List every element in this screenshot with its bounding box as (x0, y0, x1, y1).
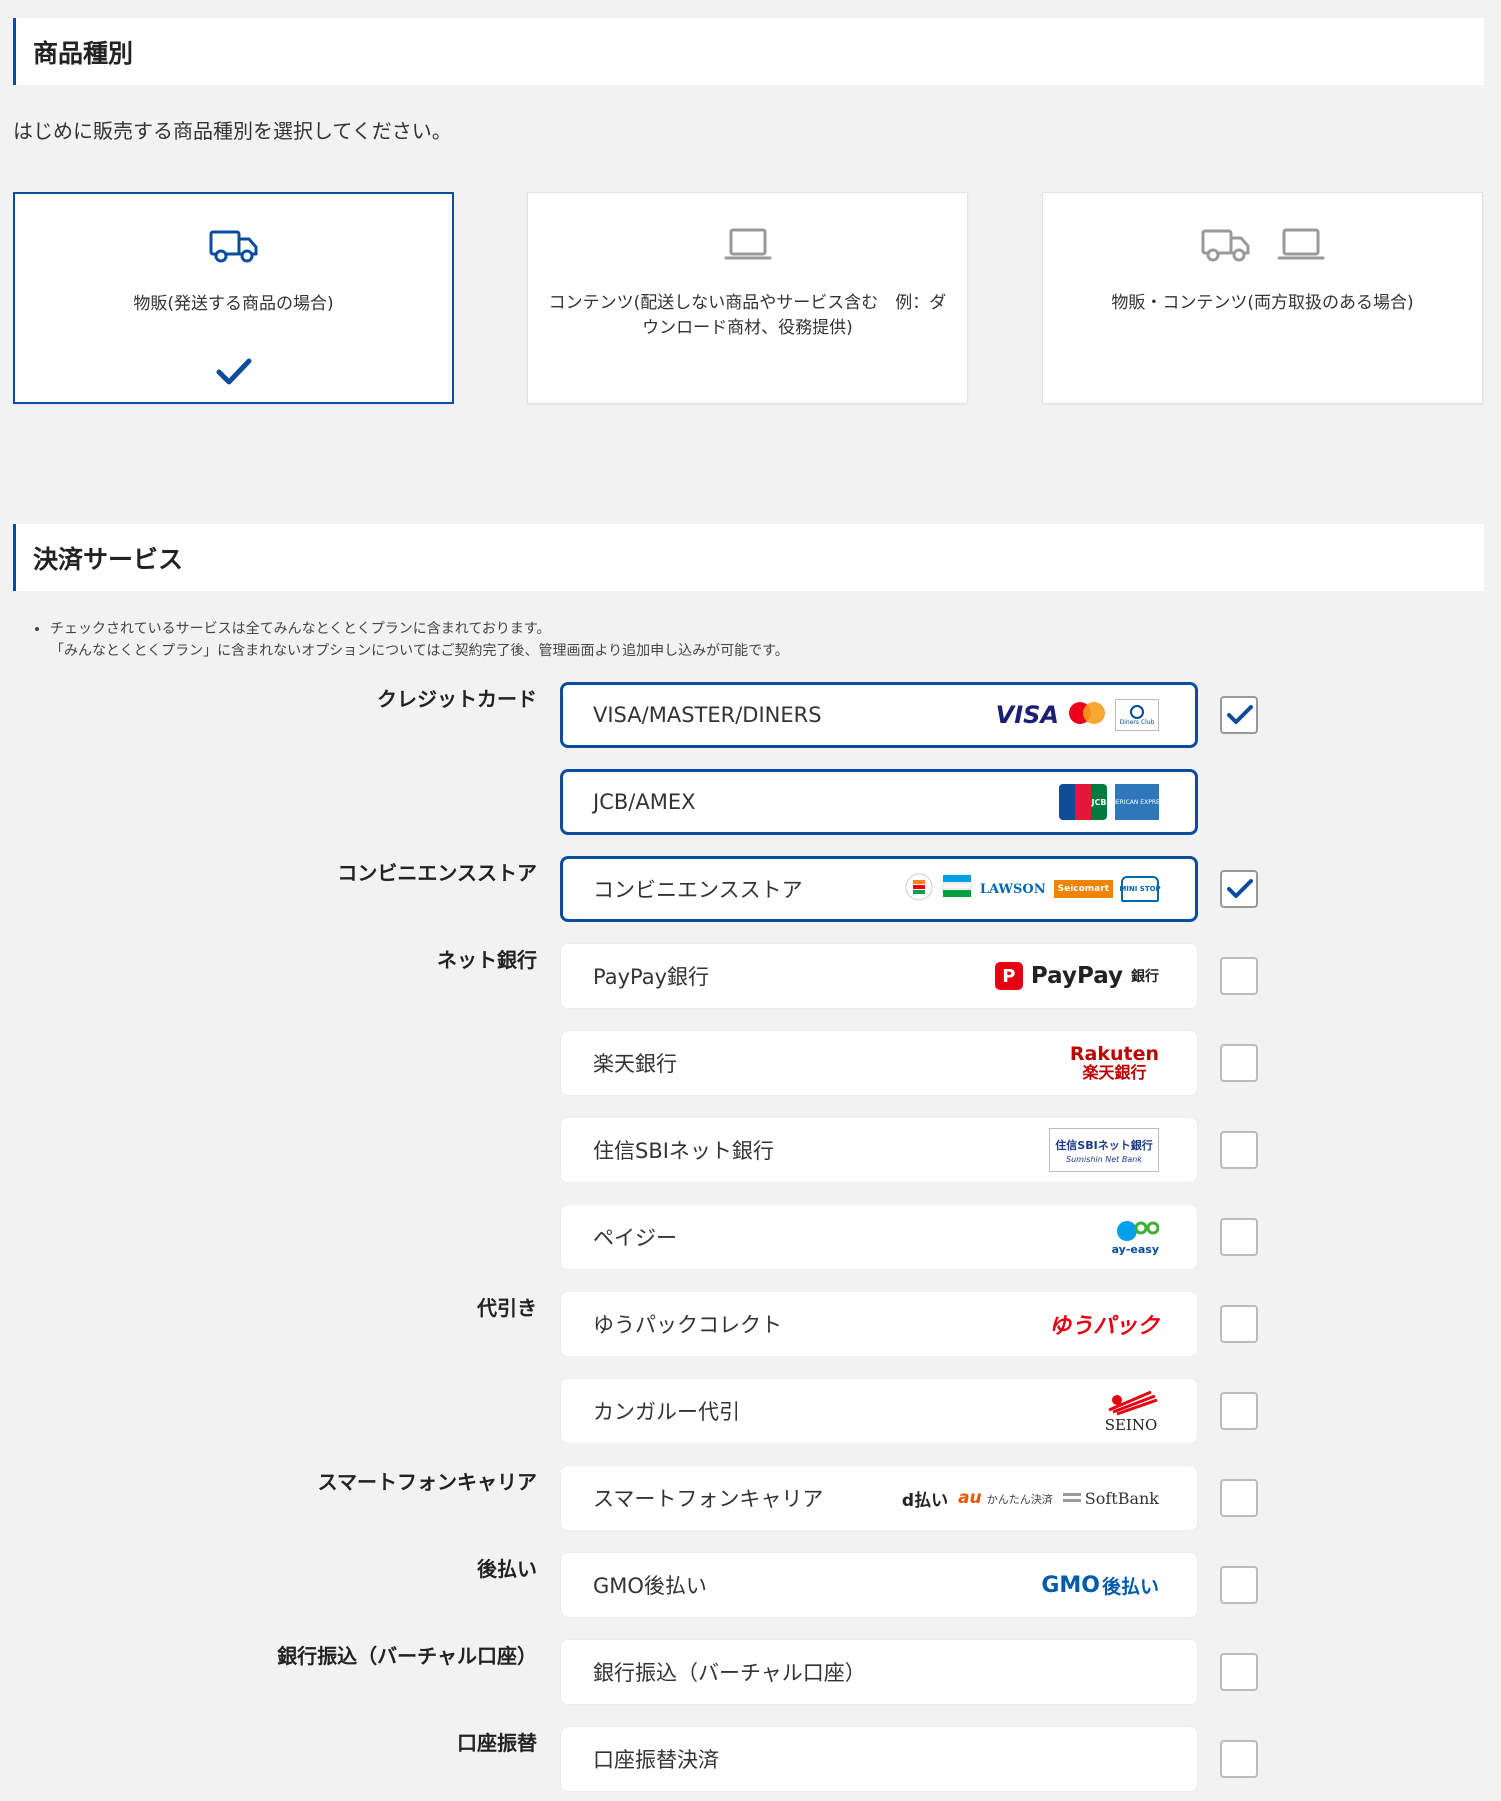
payment-row-visa-master-diners: VISA/MASTER/DINERS VISA Diners Club (560, 682, 1198, 748)
d-barai-logo: d払い (901, 1490, 949, 1511)
product-type-heading: 商品種別 (13, 18, 1484, 85)
jcb-logo: JCB (1059, 784, 1107, 820)
payment-row-payeasy: ペイジー ay-easy (560, 1204, 1198, 1270)
mastercard-icon (1067, 700, 1107, 730)
payment-name: コンビニエンスストア (593, 878, 803, 902)
ministop-logo: MINI STOP (1119, 876, 1161, 902)
payment-name: PayPay銀行 (593, 965, 710, 989)
payment-row-convenience-store: コンビニエンスストア LAWSON Seicomart MINI STOP (560, 856, 1198, 922)
paypay-icon: P (994, 962, 1023, 990)
product-type-card-both[interactable]: 物販・コンテンツ(両方取扱のある場合) (1042, 192, 1483, 404)
amex-logo: AMERICAN EXPRESS (1107, 784, 1167, 820)
payment-row-sbi-net-bank: 住信SBIネット銀行 住信SBIネット銀行 Sumishin Net Bank (560, 1117, 1198, 1183)
payment-name: 住信SBIネット銀行 (593, 1139, 774, 1163)
sbi-bank-logo: 住信SBIネット銀行 Sumishin Net Bank (1049, 1128, 1159, 1172)
checkbox-smartphone-carrier[interactable] (1220, 1479, 1258, 1517)
cvs-logos: LAWSON Seicomart MINI STOP (904, 872, 1161, 906)
yupack-logo: ゆうパック (1048, 1314, 1159, 1339)
category-credit-card: クレジットカード (377, 687, 537, 711)
card-logos: JCB AMERICAN EXPRESS (1059, 784, 1167, 820)
au-logo: au かんたん決済 (958, 1488, 1053, 1508)
laptop-icon (1277, 227, 1325, 267)
payment-row-bank-transfer: 銀行振込（バーチャル口座） (560, 1639, 1198, 1705)
category-cash-on-delivery: 代引き (477, 1296, 537, 1320)
category-postpay: 後払い (477, 1557, 537, 1581)
product-type-label: コンテンツ(配送しない商品やサービス含む 例：ダウンロード商材、役務提供) (548, 293, 947, 338)
payment-service-heading: 決済サービス (13, 524, 1484, 591)
truck-icon (1201, 227, 1251, 267)
payment-name: ゆうパックコレクト (593, 1313, 782, 1337)
checkbox-account-transfer[interactable] (1220, 1740, 1258, 1778)
payment-row-smartphone-carrier: スマートフォンキャリア d払い au かんたん決済 SoftBank (560, 1465, 1198, 1531)
checkbox-visa-master-diners[interactable] (1220, 696, 1258, 734)
checkbox-convenience-store[interactable] (1220, 870, 1258, 908)
payment-row-gmo-postpay: GMO後払い GMO 後払い (560, 1552, 1198, 1618)
category-smartphone-carrier: スマートフォンキャリア (317, 1470, 537, 1494)
check-icon (215, 357, 253, 391)
payment-row-paypay-bank: PayPay銀行 P PayPay 銀行 (560, 943, 1198, 1009)
category-bank-transfer: 銀行振込（バーチャル口座） (277, 1644, 537, 1668)
checkbox-sbi-net-bank[interactable] (1220, 1131, 1258, 1169)
payment-name: ペイジー (593, 1226, 677, 1250)
payment-row-kangaroo-cod: カンガルー代引 SEINO (560, 1378, 1198, 1444)
note-line: チェックされているサービスは全てみんなとくとくプランに含まれております。 (50, 621, 551, 637)
payment-name: GMO後払い (593, 1574, 707, 1598)
familymart-icon (942, 873, 972, 905)
note-line: 「みんなとくとくプラン」に含まれないオプションについてはご契約完了後、管理画面よ… (50, 643, 789, 659)
payeasy-logo: ay-easy (1112, 1219, 1159, 1256)
payment-row-account-transfer: 口座振替決済 (560, 1726, 1198, 1792)
payment-name: VISA/MASTER/DINERS (593, 703, 822, 727)
checkbox-payeasy[interactable] (1220, 1218, 1258, 1256)
checkbox-kangaroo-cod[interactable] (1220, 1392, 1258, 1430)
truck-icon (209, 228, 259, 268)
diners-club-logo: Diners Club (1115, 699, 1159, 731)
payment-notes: チェックされているサービスは全てみんなとくとくプランに含まれております。 「みん… (30, 618, 789, 662)
lawson-logo: LAWSON (979, 881, 1046, 897)
seino-logo: SEINO (1103, 1388, 1159, 1434)
payment-name: スマートフォンキャリア (593, 1487, 824, 1511)
checkbox-rakuten-bank[interactable] (1220, 1044, 1258, 1082)
payment-name: 銀行振込（バーチャル口座） (593, 1661, 866, 1685)
product-type-card-goods[interactable]: 物販(発送する商品の場合) (13, 192, 454, 404)
rakuten-bank-logo: Rakuten 楽天銀行 (1069, 1043, 1159, 1082)
payment-name: 口座振替決済 (593, 1748, 719, 1772)
payment-name: JCB/AMEX (593, 790, 696, 814)
checkbox-gmo-postpay[interactable] (1220, 1566, 1258, 1604)
paypay-bank-logo: P PayPay 銀行 (994, 962, 1159, 990)
payment-name: 楽天銀行 (593, 1052, 677, 1076)
seven-eleven-icon (904, 872, 934, 906)
carrier-logos: d払い au かんたん決済 SoftBank (902, 1486, 1159, 1511)
kangaroo-icon (1108, 1390, 1158, 1416)
softbank-logo: SoftBank (1062, 1489, 1159, 1508)
laptop-icon (724, 227, 772, 267)
product-type-label: 物販・コンテンツ(両方取扱のある場合) (1111, 293, 1414, 313)
checkbox-yupack-collect[interactable] (1220, 1305, 1258, 1343)
product-type-card-content[interactable]: コンテンツ(配送しない商品やサービス含む 例：ダウンロード商材、役務提供) (527, 192, 968, 404)
category-net-bank: ネット銀行 (437, 948, 537, 972)
category-account-transfer: 口座振替 (457, 1731, 537, 1755)
payment-row-rakuten-bank: 楽天銀行 Rakuten 楽天銀行 (560, 1030, 1198, 1096)
payeasy-icon (1117, 1220, 1159, 1241)
card-logos: VISA Diners Club (996, 699, 1159, 731)
checkbox-paypay-bank[interactable] (1220, 957, 1258, 995)
gmo-postpay-logo: GMO 後払い (1041, 1572, 1159, 1598)
checkbox-bank-transfer[interactable] (1220, 1653, 1258, 1691)
visa-logo: VISA (995, 701, 1059, 729)
product-type-intro: はじめに販売する商品種別を選択してください。 (13, 119, 452, 143)
payment-name: カンガルー代引 (593, 1400, 740, 1424)
category-convenience-store: コンビニエンスストア (337, 861, 537, 885)
payment-row-jcb-amex: JCB/AMEX JCB AMERICAN EXPRESS (560, 769, 1198, 835)
seicomart-logo: Seicomart (1053, 880, 1113, 898)
payment-row-yupack-collect: ゆうパックコレクト ゆうパック (560, 1291, 1198, 1357)
product-type-label: 物販(発送する商品の場合) (133, 294, 334, 314)
